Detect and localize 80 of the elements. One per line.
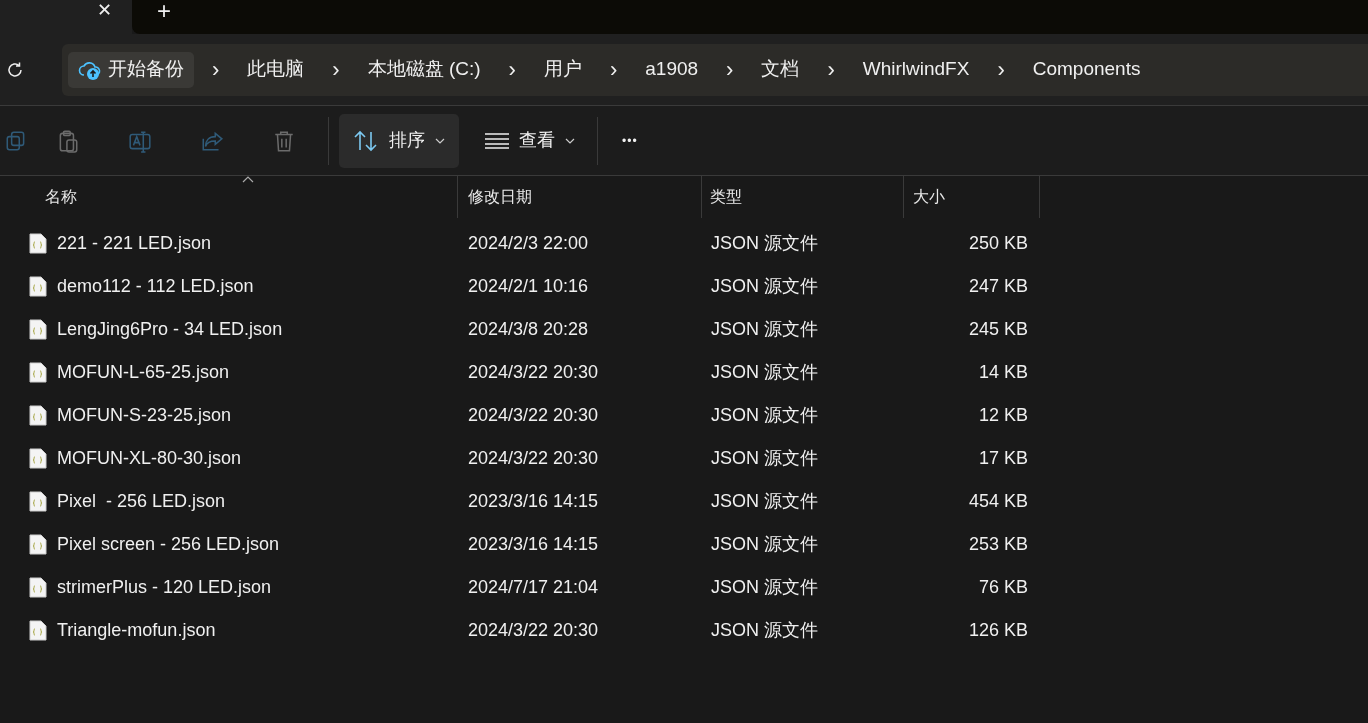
file-type: JSON 源文件 [711, 448, 818, 468]
close-tab-button[interactable]: ✕ [97, 0, 112, 20]
column-header[interactable]: 类型 [710, 185, 742, 209]
json-file-icon [29, 620, 47, 641]
file-size: 245 KB [968, 319, 1028, 339]
breadcrumb-item[interactable]: Components [1022, 55, 1151, 84]
json-file-icon [29, 534, 47, 555]
file-name[interactable]: strimerPlus - 120 LED.json [57, 574, 272, 601]
modified-date: 2024/3/22 20:30 [468, 362, 599, 382]
column-header[interactable]: 名称 [45, 185, 77, 209]
json-file-icon [29, 491, 47, 512]
chevron-down-icon [565, 137, 575, 144]
breadcrumb-separator[interactable]: › [809, 58, 853, 81]
modified-date: 2024/3/22 20:30 [468, 620, 599, 640]
file-size: 454 KB [968, 491, 1028, 511]
breadcrumb-separator[interactable]: › [979, 58, 1023, 81]
json-file-icon [29, 233, 47, 254]
breadcrumb-separator[interactable]: › [591, 58, 636, 81]
breadcrumb-separator[interactable]: › [194, 58, 238, 81]
file-size: 253 KB [968, 534, 1028, 554]
file-name[interactable]: demo112 - 112 LED.json [57, 273, 254, 300]
file-size: 12 KB [978, 405, 1028, 425]
breadcrumb-separator[interactable]: › [314, 58, 358, 81]
new-tab-button[interactable]: + [157, 0, 171, 22]
file-type: JSON 源文件 [711, 620, 818, 640]
file-size: 17 KB [978, 448, 1028, 468]
sort-caret-icon [242, 176, 254, 183]
json-file-icon [29, 276, 47, 297]
file-name[interactable]: MOFUN-XL-80-30.json [57, 445, 242, 472]
file-size: 76 KB [978, 577, 1028, 597]
file-name[interactable]: 221 - 221 LED.json [57, 230, 212, 257]
more-options-button[interactable]: ••• [620, 131, 640, 150]
breadcrumb-item[interactable]: 用户 [533, 55, 592, 84]
file-name[interactable]: Pixel screen - 256 LED.json [57, 531, 280, 558]
address-bar[interactable]: 开始备份 › 此电脑 › 本地磁盘 (C:) › 用户 › a1908 › 文档 › WhirlwindFX › Components [62, 43, 1368, 96]
breadcrumb-item[interactable]: WhirlwindFX [852, 55, 980, 84]
list-lines-icon [485, 132, 509, 149]
breadcrumb-separator[interactable]: › [490, 58, 534, 81]
breadcrumb-item[interactable]: 文档 [751, 55, 810, 84]
file-type: JSON 源文件 [711, 491, 818, 511]
json-file-icon [29, 448, 47, 469]
file-name[interactable]: MOFUN-S-23-25.json [57, 402, 232, 429]
json-file-icon [29, 405, 47, 426]
modified-date: 2023/3/16 14:15 [468, 491, 599, 511]
file-type: JSON 源文件 [711, 319, 818, 339]
file-size: 247 KB [968, 276, 1028, 296]
file-name[interactable]: Pixel - 256 LED.json [57, 488, 226, 515]
modified-date: 2023/3/16 14:15 [468, 534, 599, 554]
file-name[interactable]: LengJing6Pro - 34 LED.json [57, 316, 283, 343]
file-type: JSON 源文件 [711, 233, 818, 253]
modified-date: 2024/2/3 22:00 [468, 233, 589, 253]
breadcrumb-item[interactable]: 本地磁盘 (C:) [357, 55, 491, 84]
view-button[interactable]: 查看 [459, 113, 601, 168]
column-header[interactable]: 大小 [913, 185, 945, 209]
modified-date: 2024/7/17 21:04 [468, 577, 599, 597]
modified-date: 2024/3/8 20:28 [468, 319, 589, 339]
file-type: JSON 源文件 [711, 577, 818, 597]
json-file-icon [29, 577, 47, 598]
chevron-down-icon [435, 137, 445, 144]
file-size: 126 KB [968, 620, 1028, 640]
json-file-icon [29, 319, 47, 340]
json-file-icon [29, 362, 47, 383]
breadcrumb-item[interactable]: 此电脑 [237, 55, 315, 84]
modified-date: 2024/2/1 10:16 [468, 276, 589, 296]
breadcrumb-item[interactable]: a1908 [635, 55, 709, 84]
breadcrumb-separator[interactable]: › [708, 58, 752, 81]
column-header[interactable]: 修改日期 [468, 185, 532, 209]
modified-date: 2024/3/22 20:30 [468, 405, 599, 425]
file-type: JSON 源文件 [711, 405, 818, 425]
file-size: 250 KB [968, 233, 1028, 253]
sort-arrows-icon [353, 129, 379, 152]
file-name[interactable]: MOFUN-L-65-25.json [57, 359, 230, 386]
backup-button[interactable]: 开始备份 [68, 51, 194, 88]
file-type: JSON 源文件 [711, 362, 818, 382]
modified-date: 2024/3/22 20:30 [468, 448, 599, 468]
file-type: JSON 源文件 [711, 276, 818, 296]
file-name[interactable]: Triangle-mofun.json [57, 617, 216, 644]
file-type: JSON 源文件 [711, 534, 818, 554]
file-size: 14 KB [978, 362, 1028, 382]
sort-button[interactable]: 排序 [339, 113, 459, 168]
